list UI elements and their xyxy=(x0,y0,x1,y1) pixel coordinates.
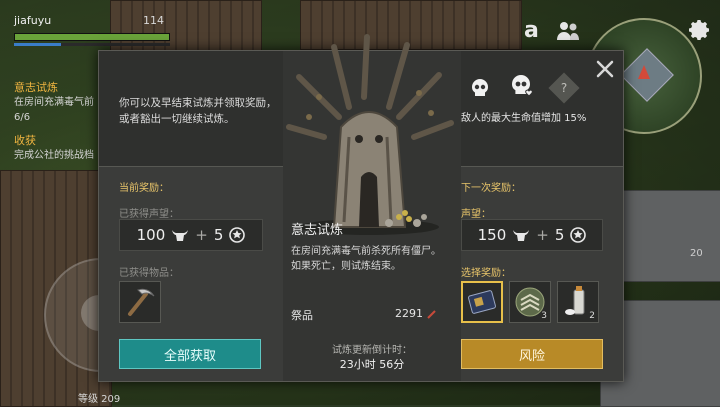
item-slot[interactable] xyxy=(119,281,161,323)
choose-reward-label: 选择奖励： xyxy=(461,268,511,279)
items-label: 已获得物品： xyxy=(119,268,179,279)
stamina-bar xyxy=(14,43,170,46)
next-reputation-box: 150 + 5 xyxy=(461,219,603,251)
current-reputation-box: 100 + 5 xyxy=(119,219,263,251)
pickaxe-icon xyxy=(128,288,155,316)
help-badge[interactable]: ? xyxy=(548,72,580,104)
close-icon[interactable] xyxy=(595,59,615,79)
trial-dialog: 你可以及早结束试炼并领取奖励，或者豁出一切继续试炼。 ? 敌人的最大生命值增加 … xyxy=(98,34,624,382)
token-badge-icon xyxy=(570,227,587,243)
token-badge-icon xyxy=(229,227,246,243)
next-reputation-label: 声望： xyxy=(461,209,491,220)
reward-option-patch[interactable]: 3 xyxy=(509,281,551,323)
id-card-icon xyxy=(468,290,496,314)
player-status: jiafuyu 114 xyxy=(14,14,170,46)
gear-icon[interactable] xyxy=(688,18,712,42)
dialog-description: 你可以及早结束试炼并领取奖励，或者豁出一切继续试炼。 xyxy=(119,97,277,125)
friends-icon[interactable] xyxy=(556,20,580,42)
reputation-value: 100 xyxy=(136,226,166,244)
bull-skull-icon xyxy=(513,230,530,241)
current-reputation-label: 已获得声望： xyxy=(119,209,179,220)
blood-knife-icon xyxy=(426,310,436,319)
tree-totem-illustration xyxy=(286,34,454,235)
bull-skull-icon xyxy=(172,230,189,241)
reward-option-spray[interactable]: 2 xyxy=(557,281,599,323)
skull-heart-icon xyxy=(512,75,533,97)
trial-description: 在房间充满毒气前杀死所有僵尸。如果死亡，则试炼结束。 xyxy=(291,246,441,272)
difficulty-modifier: 敌人的最大生命值增加 15% xyxy=(461,113,587,124)
current-reward-heading: 当前奖励： xyxy=(119,183,169,194)
token-value: 5 xyxy=(213,226,224,244)
offering-label: 祭品 xyxy=(291,309,313,322)
player-marker-icon xyxy=(638,65,650,79)
trial-title: 意志试炼 xyxy=(291,223,344,238)
reputation-value: 150 xyxy=(477,226,507,244)
amazon-icon[interactable]: a xyxy=(524,18,539,43)
timer-value: 23小时 56分 xyxy=(339,358,405,371)
player-level: 114 xyxy=(143,14,164,27)
offering-value: 2291 xyxy=(395,307,437,320)
stone-floor xyxy=(620,190,720,282)
token-value: 5 xyxy=(554,226,565,244)
timer-label: 试炼更新倒计时： xyxy=(332,345,412,356)
next-reward-heading: 下一次奖励： xyxy=(461,183,521,194)
level-label: 等级 209 xyxy=(78,394,121,405)
resource-count: 20 xyxy=(690,248,703,259)
skull-icon xyxy=(472,79,488,96)
collect-all-button[interactable]: 全部获取 xyxy=(119,339,261,369)
health-bar xyxy=(14,33,170,41)
reward-option-id-card[interactable] xyxy=(461,281,503,323)
risk-button[interactable]: 风险 xyxy=(461,339,603,369)
